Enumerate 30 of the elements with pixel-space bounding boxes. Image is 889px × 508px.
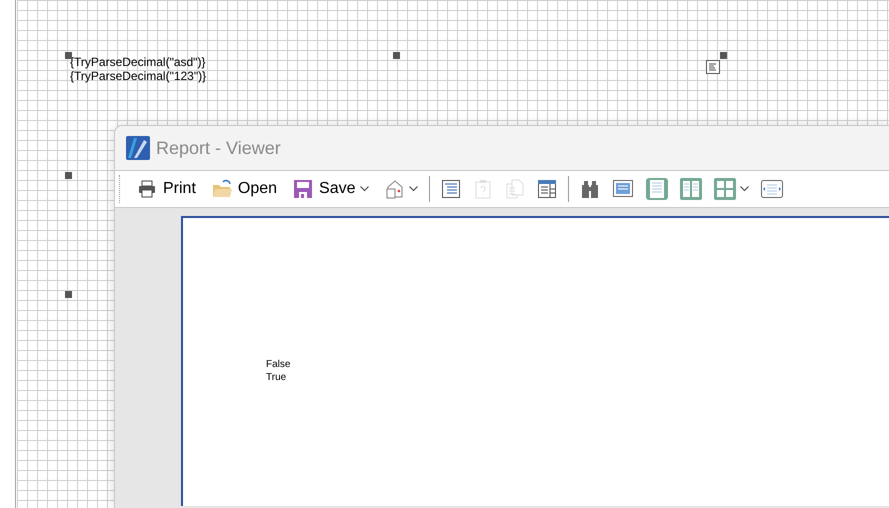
copy-pages-icon xyxy=(504,179,525,199)
page-width-icon xyxy=(760,178,783,200)
caret-icon xyxy=(408,186,418,192)
page-icon xyxy=(646,178,668,200)
binoculars-icon xyxy=(580,179,600,199)
report-text: False xyxy=(266,358,290,371)
table-layout-icon xyxy=(536,179,557,199)
resize-handle[interactable] xyxy=(65,172,72,179)
clipboard-help-icon xyxy=(472,179,493,199)
single-page-icon xyxy=(612,178,634,200)
document-lines-icon xyxy=(440,179,461,199)
report-text: True xyxy=(266,371,286,384)
printer-icon xyxy=(137,179,157,199)
resize-handle[interactable] xyxy=(65,52,72,59)
expression-text: {TryParseDecimal("asd")} xyxy=(70,55,206,69)
open-button[interactable]: Open xyxy=(206,174,282,204)
folder-icon xyxy=(212,179,232,199)
expression-text: {TryParseDecimal("123")} xyxy=(70,69,206,83)
print-button[interactable]: Print xyxy=(132,174,201,204)
app-logo-icon xyxy=(126,136,150,160)
save-button[interactable]: Save xyxy=(288,174,374,204)
text-align-icon[interactable] xyxy=(706,60,720,74)
caret-icon xyxy=(740,186,749,192)
four-pages-icon xyxy=(714,178,736,200)
resize-handle[interactable] xyxy=(393,52,400,59)
two-pages-icon xyxy=(680,178,702,200)
resize-handle[interactable] xyxy=(65,291,72,298)
window-title: Report - Viewer xyxy=(156,136,281,160)
caret-icon xyxy=(360,186,369,192)
resize-handle[interactable] xyxy=(720,52,727,59)
